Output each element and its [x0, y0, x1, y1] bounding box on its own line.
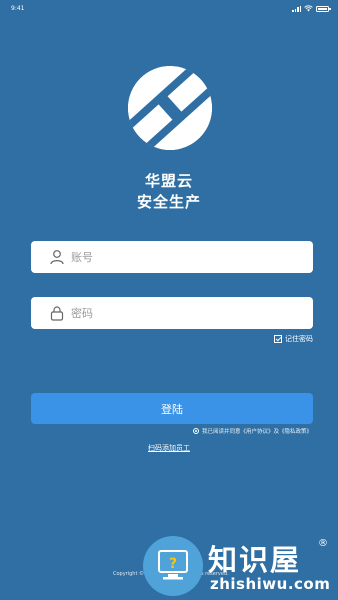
agreement-toggle[interactable]: 我已阅读并同意《用户协议》及《隐私政策》 — [192, 427, 312, 435]
watermark-text: 知识屋 — [208, 543, 302, 577]
user-icon — [50, 250, 64, 265]
scan-add-employee: 扫码添加员工 — [0, 443, 338, 453]
copyright-left: Copyright © — [113, 571, 145, 577]
wifi-icon — [304, 5, 313, 12]
remember-checkbox[interactable] — [274, 335, 282, 343]
question-monitor-icon: ? — [158, 550, 188, 580]
agreement-radio[interactable] — [192, 428, 199, 434]
svg-text:?: ? — [169, 556, 177, 572]
password-input[interactable] — [71, 297, 301, 329]
app-title: 华盟云 — [144, 172, 193, 190]
watermark-registered: ® — [318, 538, 328, 549]
remember-label: 记住密码 — [285, 335, 313, 343]
status-icons — [292, 5, 331, 12]
app-subtitle: 安全生产 — [136, 193, 201, 211]
battery-icon — [316, 5, 331, 12]
password-field[interactable] — [31, 297, 313, 329]
account-field[interactable] — [31, 241, 313, 273]
account-input[interactable] — [71, 241, 301, 273]
scan-add-employee-link[interactable]: 扫码添加员工 — [148, 444, 190, 452]
lock-icon — [50, 306, 64, 321]
company-logo — [127, 65, 213, 151]
signal-icon — [292, 5, 301, 12]
agreement-text[interactable]: 我已阅读并同意《用户协议》及《隐私政策》 — [202, 427, 312, 435]
watermark-url: zhishiwu.com — [210, 575, 331, 593]
status-bar: 9:41 — [0, 0, 338, 18]
status-time: 9:41 — [11, 5, 25, 12]
login-button[interactable]: 登陆 — [31, 393, 313, 424]
remember-password-toggle[interactable]: 记住密码 — [274, 334, 313, 344]
watermark-badge: ? — [143, 536, 203, 596]
